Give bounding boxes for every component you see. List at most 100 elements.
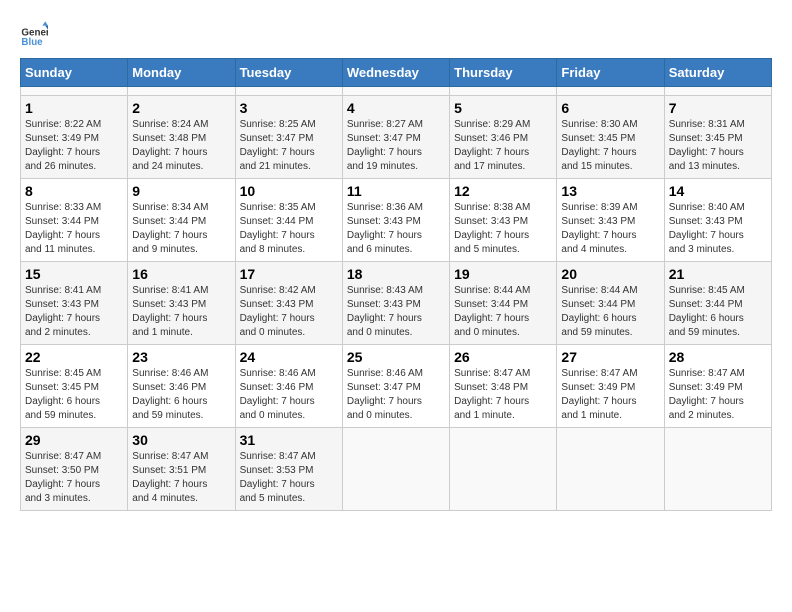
calendar-cell: 19Sunrise: 8:44 AM Sunset: 3:44 PM Dayli… xyxy=(450,262,557,345)
calendar-cell xyxy=(21,87,128,96)
calendar-cell xyxy=(450,428,557,511)
day-number: 7 xyxy=(669,100,767,116)
day-detail: Sunrise: 8:39 AM Sunset: 3:43 PM Dayligh… xyxy=(561,201,659,257)
calendar-cell xyxy=(557,428,664,511)
day-number: 9 xyxy=(132,183,230,199)
weekday-header: Sunday xyxy=(21,59,128,87)
day-number: 5 xyxy=(454,100,552,116)
day-number: 31 xyxy=(240,432,338,448)
day-detail: Sunrise: 8:33 AM Sunset: 3:44 PM Dayligh… xyxy=(25,201,123,257)
calendar-cell: 15 Sunrise: 8:41 AM Sunset: 3:43 PM Dayli… xyxy=(21,262,128,345)
day-detail: Sunrise: 8:22 AM Sunset: 3:49 PM Dayligh… xyxy=(25,118,123,174)
day-number: 25 xyxy=(347,349,445,365)
calendar-cell xyxy=(557,87,664,96)
day-number: 10 xyxy=(240,183,338,199)
day-detail: Sunrise: 8:47 AM Sunset: 3:48 PM Dayligh… xyxy=(454,367,552,423)
day-number: 30 xyxy=(132,432,230,448)
day-detail: Sunrise: 8:46 AM Sunset: 3:46 PM Dayligh… xyxy=(240,367,338,423)
calendar-cell: 27 Sunrise: 8:47 AM Sunset: 3:49 PM Dayli… xyxy=(557,345,664,428)
calendar-cell: 10 Sunrise: 8:35 AM Sunset: 3:44 PM Dayli… xyxy=(235,179,342,262)
calendar-cell: 5 Sunrise: 8:29 AM Sunset: 3:46 PM Daylig… xyxy=(450,96,557,179)
calendar-week: 15 Sunrise: 8:41 AM Sunset: 3:43 PM Dayli… xyxy=(21,262,772,345)
svg-text:Blue: Blue xyxy=(21,37,43,48)
calendar-cell xyxy=(342,87,449,96)
calendar-cell: 18Sunrise: 8:43 AM Sunset: 3:43 PM Dayli… xyxy=(342,262,449,345)
day-number: 1 xyxy=(25,100,123,116)
weekday-header: Thursday xyxy=(450,59,557,87)
weekday-header: Saturday xyxy=(664,59,771,87)
day-detail: Sunrise: 8:45 AM Sunset: 3:44 PM Dayligh… xyxy=(669,284,767,340)
calendar-cell: 9 Sunrise: 8:34 AM Sunset: 3:44 PM Daylig… xyxy=(128,179,235,262)
day-number: 14 xyxy=(669,183,767,199)
day-detail: Sunrise: 8:27 AM Sunset: 3:47 PM Dayligh… xyxy=(347,118,445,174)
day-detail: Sunrise: 8:29 AM Sunset: 3:46 PM Dayligh… xyxy=(454,118,552,174)
day-detail: Sunrise: 8:35 AM Sunset: 3:44 PM Dayligh… xyxy=(240,201,338,257)
day-detail: Sunrise: 8:24 AM Sunset: 3:48 PM Dayligh… xyxy=(132,118,230,174)
day-number: 23 xyxy=(132,349,230,365)
day-number: 20 xyxy=(561,266,659,282)
calendar-cell xyxy=(450,87,557,96)
calendar-cell: 6Sunrise: 8:30 AM Sunset: 3:45 PM Daylig… xyxy=(557,96,664,179)
day-number: 16 xyxy=(132,266,230,282)
weekday-header: Friday xyxy=(557,59,664,87)
logo: General Blue xyxy=(20,20,52,48)
day-number: 12 xyxy=(454,183,552,199)
day-detail: Sunrise: 8:40 AM Sunset: 3:43 PM Dayligh… xyxy=(669,201,767,257)
calendar-cell: 21 Sunrise: 8:45 AM Sunset: 3:44 PM Dayli… xyxy=(664,262,771,345)
calendar-cell: 23Sunrise: 8:46 AM Sunset: 3:46 PM Dayli… xyxy=(128,345,235,428)
day-detail: Sunrise: 8:44 AM Sunset: 3:44 PM Dayligh… xyxy=(561,284,659,340)
calendar-cell xyxy=(342,428,449,511)
day-number: 11 xyxy=(347,183,445,199)
calendar-cell xyxy=(664,87,771,96)
calendar-cell xyxy=(128,87,235,96)
weekday-header: Wednesday xyxy=(342,59,449,87)
day-detail: Sunrise: 8:47 AM Sunset: 3:49 PM Dayligh… xyxy=(669,367,767,423)
calendar-week: 1 Sunrise: 8:22 AM Sunset: 3:49 PM Daylig… xyxy=(21,96,772,179)
day-number: 19 xyxy=(454,266,552,282)
day-detail: Sunrise: 8:41 AM Sunset: 3:43 PM Dayligh… xyxy=(25,284,123,340)
calendar-cell: 2 Sunrise: 8:24 AM Sunset: 3:48 PM Daylig… xyxy=(128,96,235,179)
day-number: 22 xyxy=(25,349,123,365)
calendar-week: 22 Sunrise: 8:45 AM Sunset: 3:45 PM Dayli… xyxy=(21,345,772,428)
calendar-cell: 13 Sunrise: 8:39 AM Sunset: 3:43 PM Dayli… xyxy=(557,179,664,262)
calendar-cell: 14 Sunrise: 8:40 AM Sunset: 3:43 PM Dayli… xyxy=(664,179,771,262)
calendar-cell: 16Sunrise: 8:41 AM Sunset: 3:43 PM Dayli… xyxy=(128,262,235,345)
day-number: 26 xyxy=(454,349,552,365)
day-number: 28 xyxy=(669,349,767,365)
calendar-cell: 3 Sunrise: 8:25 AM Sunset: 3:47 PM Daylig… xyxy=(235,96,342,179)
day-number: 13 xyxy=(561,183,659,199)
day-detail: Sunrise: 8:25 AM Sunset: 3:47 PM Dayligh… xyxy=(240,118,338,174)
day-detail: Sunrise: 8:47 AM Sunset: 3:51 PM Dayligh… xyxy=(132,450,230,506)
calendar-cell: 20 Sunrise: 8:44 AM Sunset: 3:44 PM Dayli… xyxy=(557,262,664,345)
day-number: 27 xyxy=(561,349,659,365)
calendar-week: 8 Sunrise: 8:33 AM Sunset: 3:44 PM Daylig… xyxy=(21,179,772,262)
day-number: 4 xyxy=(347,100,445,116)
day-number: 3 xyxy=(240,100,338,116)
calendar-cell: 25Sunrise: 8:46 AM Sunset: 3:47 PM Dayli… xyxy=(342,345,449,428)
calendar-cell: 11 Sunrise: 8:36 AM Sunset: 3:43 PM Dayli… xyxy=(342,179,449,262)
day-detail: Sunrise: 8:45 AM Sunset: 3:45 PM Dayligh… xyxy=(25,367,123,423)
day-number: 21 xyxy=(669,266,767,282)
calendar-cell: 28 Sunrise: 8:47 AM Sunset: 3:49 PM Dayli… xyxy=(664,345,771,428)
day-detail: Sunrise: 8:38 AM Sunset: 3:43 PM Dayligh… xyxy=(454,201,552,257)
calendar-week xyxy=(21,87,772,96)
day-detail: Sunrise: 8:34 AM Sunset: 3:44 PM Dayligh… xyxy=(132,201,230,257)
day-detail: Sunrise: 8:47 AM Sunset: 3:49 PM Dayligh… xyxy=(561,367,659,423)
calendar-cell: 30 Sunrise: 8:47 AM Sunset: 3:51 PM Dayli… xyxy=(128,428,235,511)
day-detail: Sunrise: 8:36 AM Sunset: 3:43 PM Dayligh… xyxy=(347,201,445,257)
calendar-cell: 1 Sunrise: 8:22 AM Sunset: 3:49 PM Daylig… xyxy=(21,96,128,179)
day-number: 2 xyxy=(132,100,230,116)
day-detail: Sunrise: 8:30 AM Sunset: 3:45 PM Dayligh… xyxy=(561,118,659,174)
calendar-cell: 4 Sunrise: 8:27 AM Sunset: 3:47 PM Daylig… xyxy=(342,96,449,179)
day-number: 8 xyxy=(25,183,123,199)
header: General Blue xyxy=(20,20,772,48)
calendar-cell: 8 Sunrise: 8:33 AM Sunset: 3:44 PM Daylig… xyxy=(21,179,128,262)
day-number: 15 xyxy=(25,266,123,282)
calendar-cell: 7Sunrise: 8:31 AM Sunset: 3:45 PM Daylig… xyxy=(664,96,771,179)
logo-icon: General Blue xyxy=(20,20,48,48)
calendar-cell: 17Sunrise: 8:42 AM Sunset: 3:43 PM Dayli… xyxy=(235,262,342,345)
calendar-cell: 29Sunrise: 8:47 AM Sunset: 3:50 PM Dayli… xyxy=(21,428,128,511)
day-detail: Sunrise: 8:42 AM Sunset: 3:43 PM Dayligh… xyxy=(240,284,338,340)
day-detail: Sunrise: 8:47 AM Sunset: 3:50 PM Dayligh… xyxy=(25,450,123,506)
calendar-cell: 24Sunrise: 8:46 AM Sunset: 3:46 PM Dayli… xyxy=(235,345,342,428)
